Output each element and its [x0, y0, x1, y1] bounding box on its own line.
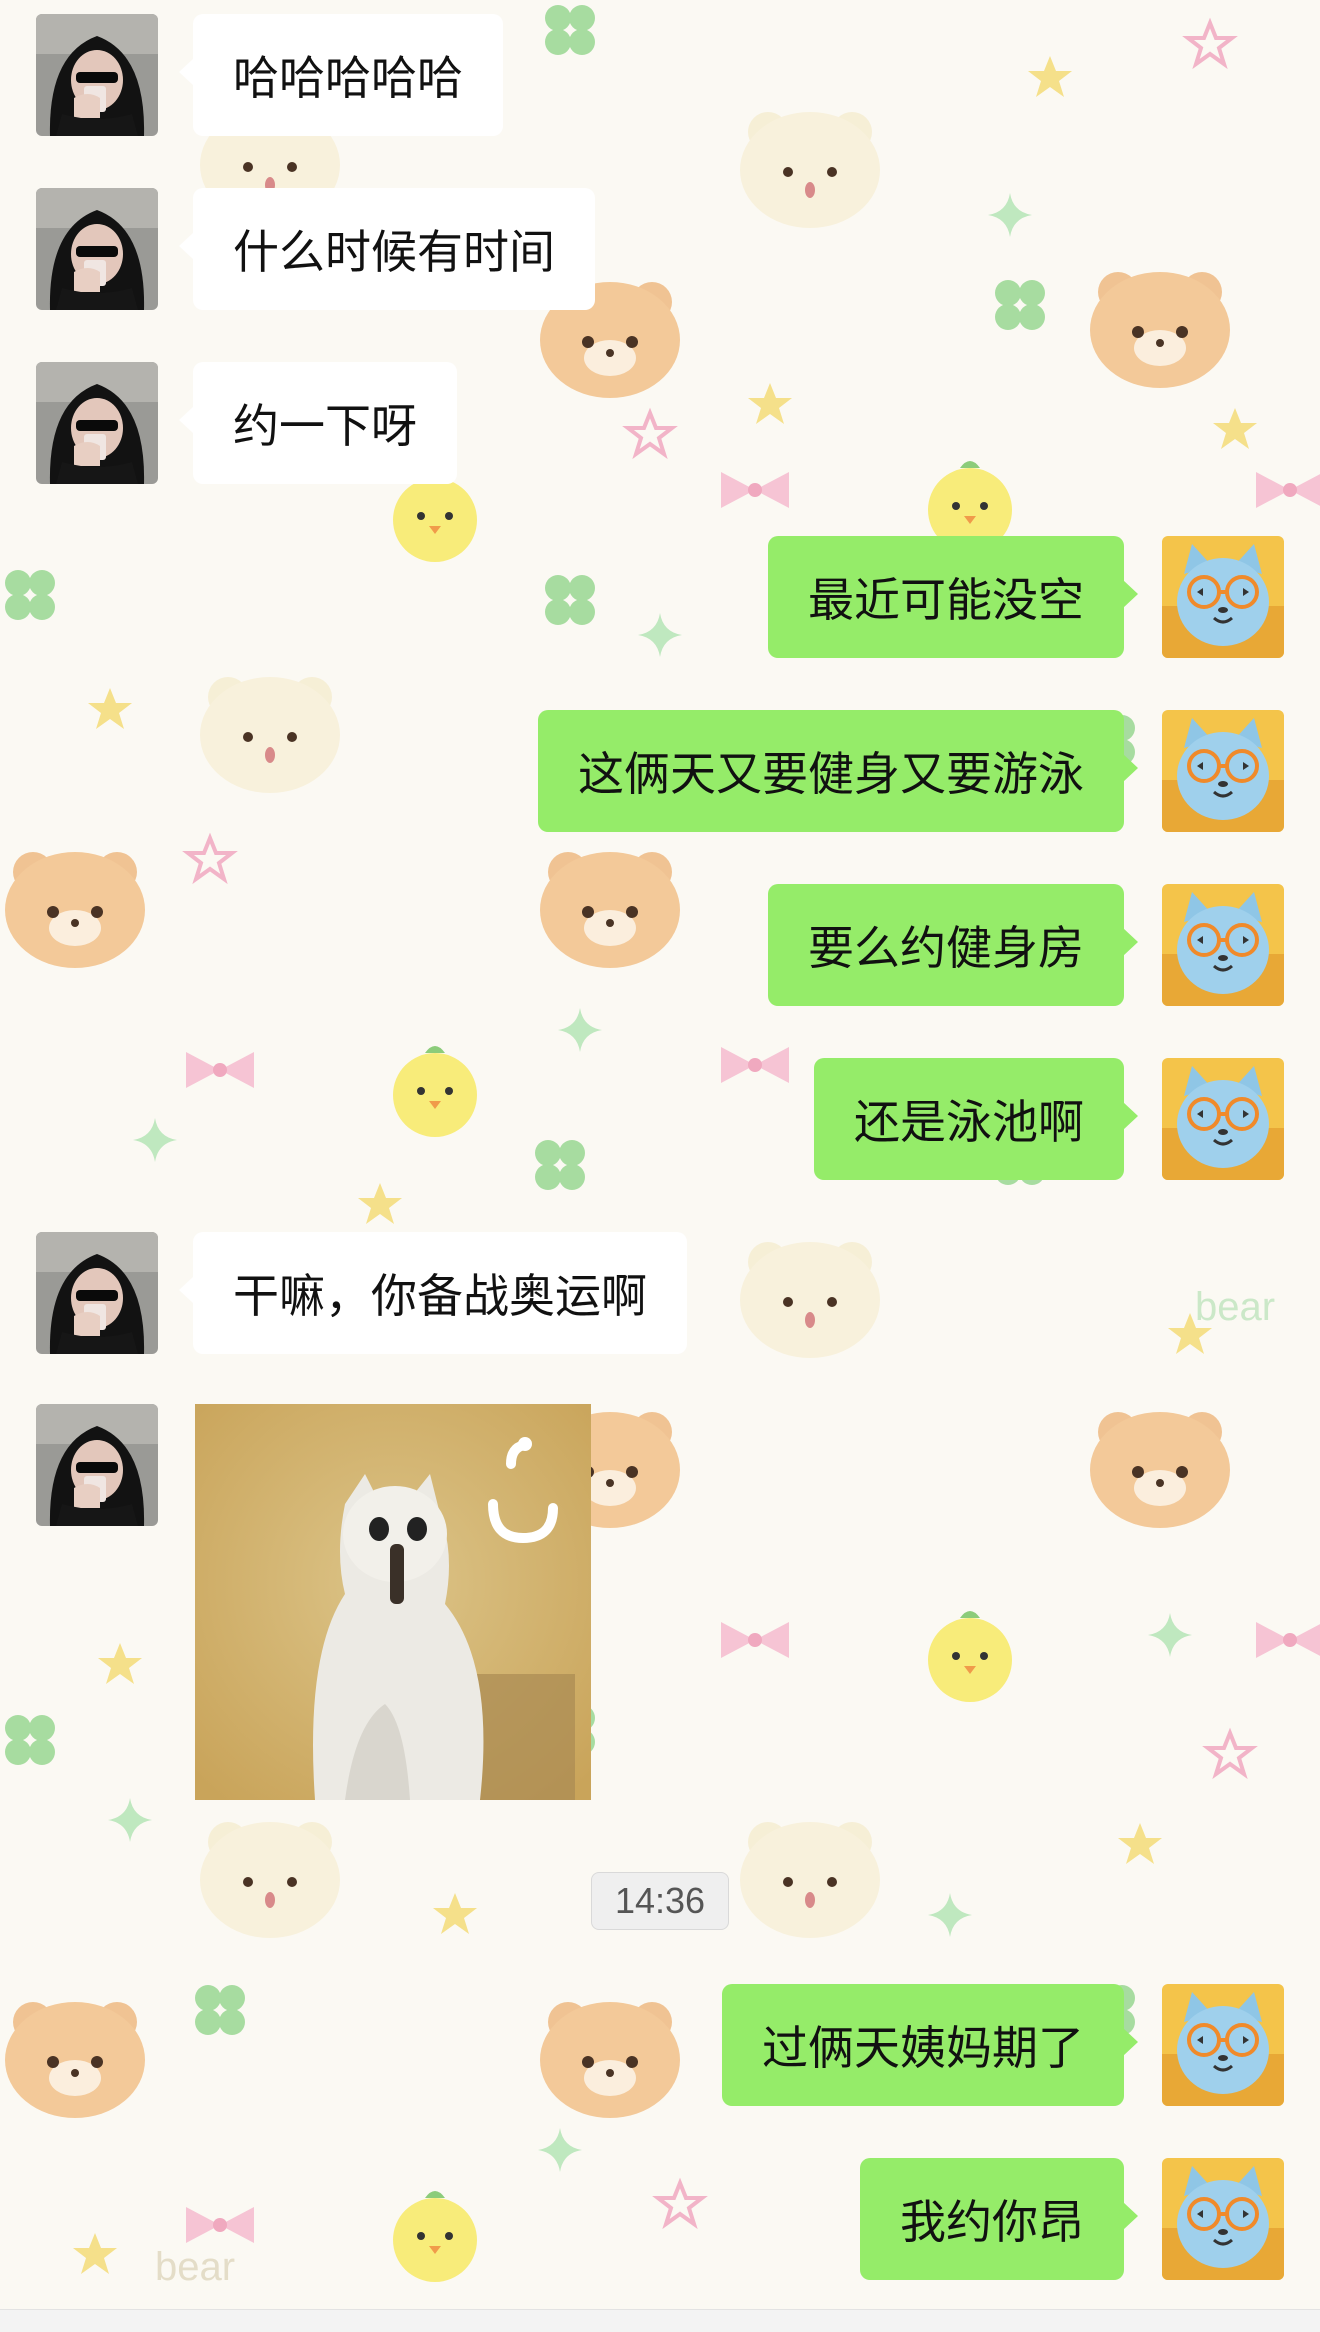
sent-message-bubble[interactable]: 要么约健身房 — [768, 884, 1138, 1006]
received-message-bubble[interactable]: 干嘛，你备战奥运啊 — [179, 1232, 687, 1354]
sent-message-bubble[interactable]: 最近可能没空 — [768, 536, 1138, 658]
hooded-person-avatar-icon — [36, 14, 158, 136]
contact-avatar[interactable] — [36, 14, 158, 136]
hooded-person-avatar-icon — [36, 362, 158, 484]
received-message-bubble[interactable]: 约一下呀 — [179, 362, 457, 484]
hooded-person-avatar-icon — [36, 1404, 158, 1526]
message-row: 我约你昂 — [0, 2158, 1320, 2280]
message-row: 还是泳池啊 — [0, 1058, 1320, 1180]
message-row: 最近可能没空 — [0, 536, 1320, 658]
received-message-bubble[interactable]: 什么时候有时间 — [179, 188, 595, 310]
contact-avatar[interactable] — [36, 1232, 158, 1354]
blue-cat-glasses-avatar-icon — [1162, 710, 1284, 832]
input-bar-edge — [0, 2309, 1320, 2332]
message-row: 要么约健身房 — [0, 884, 1320, 1006]
blue-cat-glasses-avatar-icon — [1162, 536, 1284, 658]
message-row: 哈哈哈哈哈 — [0, 14, 1320, 136]
my-avatar[interactable] — [1162, 536, 1284, 658]
message-row: 干嘛，你备战奥运啊 — [0, 1232, 1320, 1354]
my-avatar[interactable] — [1162, 1984, 1284, 2106]
hooded-person-avatar-icon — [36, 188, 158, 310]
chat-message-list[interactable]: 哈哈哈哈哈 什么时候有时间 约一下呀 最近可能没空 这俩天又要健身又要游泳 要么… — [0, 0, 1320, 2332]
my-avatar[interactable] — [1162, 884, 1284, 1006]
contact-avatar[interactable] — [36, 362, 158, 484]
contact-avatar[interactable] — [36, 1404, 158, 1526]
my-avatar[interactable] — [1162, 710, 1284, 832]
message-timestamp: 14:36 — [591, 1872, 729, 1930]
message-row: 约一下呀 — [0, 362, 1320, 484]
confused-dog-sticker[interactable] — [195, 1404, 591, 1800]
sent-message-bubble[interactable]: 我约你昂 — [860, 2158, 1138, 2280]
blue-cat-glasses-avatar-icon — [1162, 1984, 1284, 2106]
hooded-person-avatar-icon — [36, 1232, 158, 1354]
message-row: 什么时候有时间 — [0, 188, 1320, 310]
sent-message-bubble[interactable]: 这俩天又要健身又要游泳 — [538, 710, 1138, 832]
blue-cat-glasses-avatar-icon — [1162, 2158, 1284, 2280]
my-avatar[interactable] — [1162, 1058, 1284, 1180]
sent-message-bubble[interactable]: 还是泳池啊 — [814, 1058, 1138, 1180]
contact-avatar[interactable] — [36, 188, 158, 310]
message-row: 过俩天姨妈期了 — [0, 1984, 1320, 2106]
received-message-bubble[interactable]: 哈哈哈哈哈 — [179, 14, 503, 136]
blue-cat-glasses-avatar-icon — [1162, 1058, 1284, 1180]
my-avatar[interactable] — [1162, 2158, 1284, 2280]
sent-message-bubble[interactable]: 过俩天姨妈期了 — [722, 1984, 1138, 2106]
blue-cat-glasses-avatar-icon — [1162, 884, 1284, 1006]
confused-dog-sticker-icon — [195, 1404, 591, 1800]
message-row: 这俩天又要健身又要游泳 — [0, 710, 1320, 832]
